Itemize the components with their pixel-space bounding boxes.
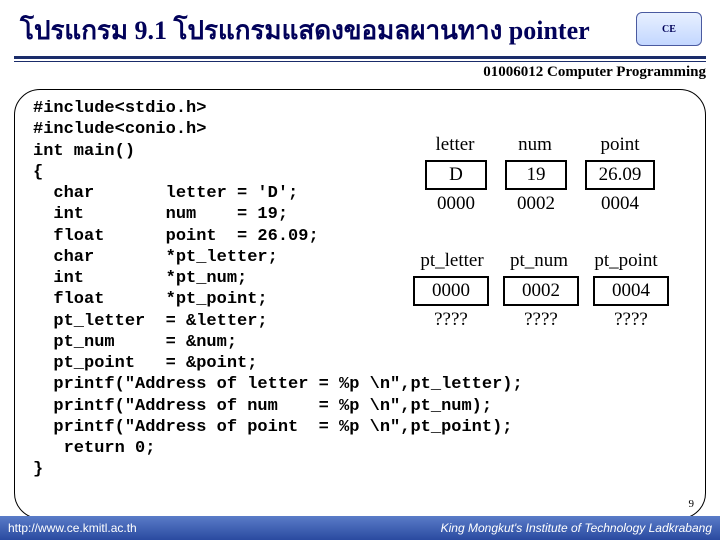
ptr-addr-letter: ???? [413, 309, 489, 331]
content-frame: #include<stdio.h> #include<conio.h> int … [14, 89, 706, 519]
var-addr-num: 0002 [505, 193, 567, 215]
ptr-addr-num: ???? [503, 309, 579, 331]
code-line: } [33, 460, 43, 479]
ptr-label-letter: pt_letter [407, 250, 497, 272]
code-line: pt_letter = &letter; [33, 312, 268, 331]
code-line: float point = 26.09; [33, 227, 319, 246]
code-line: #include<conio.h> [33, 120, 206, 139]
slide-header: โปรแกรม 9.1 โปรแกรมแสดงขอมลผานทาง pointe… [0, 0, 720, 53]
code-line: char letter = 'D'; [33, 184, 298, 203]
var-label-letter: letter [425, 134, 485, 156]
code-line: int main() [33, 142, 135, 161]
code-line: #include<stdio.h> [33, 99, 206, 118]
ptr-value-point: 0004 [593, 276, 669, 306]
code-line: int num = 19; [33, 205, 288, 224]
footer-url: http://www.ce.kmitl.ac.th [8, 521, 137, 535]
var-value-num: 19 [505, 160, 567, 190]
code-line: { [33, 163, 43, 182]
var-value-point: 26.09 [585, 160, 655, 190]
code-line: int *pt_num; [33, 269, 247, 288]
institute-logo: CE [636, 12, 702, 46]
var-label-num: num [505, 134, 565, 156]
code-line: float *pt_point; [33, 290, 268, 309]
var-label-point: point [585, 134, 655, 156]
code-line: printf("Address of point = %p \n",pt_poi… [33, 418, 512, 437]
ptr-label-point: pt_point [581, 250, 671, 272]
code-line: printf("Address of letter = %p \n",pt_le… [33, 375, 523, 394]
divider-thick [14, 56, 706, 59]
slide-title: โปรแกรม 9.1 โปรแกรมแสดงขอมลผานทาง pointe… [20, 16, 590, 45]
code-line: printf("Address of num = %p \n",pt_num); [33, 397, 492, 416]
ptr-value-letter: 0000 [413, 276, 489, 306]
code-line: pt_point = &point; [33, 354, 257, 373]
ptr-addr-point: ???? [593, 309, 669, 331]
code-line: pt_num = &num; [33, 333, 237, 352]
slide-footer: http://www.ce.kmitl.ac.th King Mongkut's… [0, 516, 720, 540]
footer-institute: King Mongkut's Institute of Technology L… [441, 521, 712, 535]
page-number: 9 [689, 498, 695, 510]
code-line: char *pt_letter; [33, 248, 278, 267]
var-addr-point: 0004 [585, 193, 655, 215]
var-addr-letter: 0000 [425, 193, 487, 215]
code-line: return 0; [33, 439, 155, 458]
logo-text: CE [662, 24, 676, 35]
course-code: 01006012 Computer Programming [0, 62, 720, 85]
var-value-letter: D [425, 160, 487, 190]
ptr-value-num: 0002 [503, 276, 579, 306]
ptr-label-num: pt_num [499, 250, 579, 272]
